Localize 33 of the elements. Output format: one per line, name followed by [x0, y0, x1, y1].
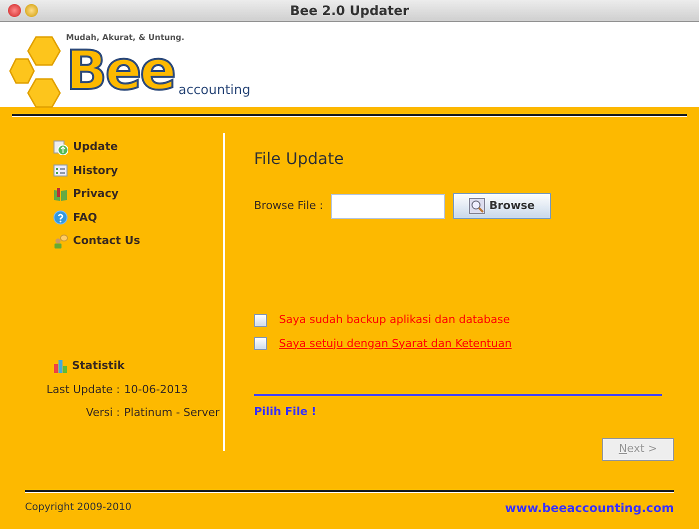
sidebar-item[interactable]: History	[73, 162, 118, 179]
sidebar-item[interactable]: Update	[73, 139, 118, 156]
tagline: Mudah, Akurat, & Untung.	[66, 32, 186, 44]
logo-subtext: accounting	[178, 82, 250, 100]
help-icon	[53, 210, 68, 226]
book-icon	[53, 186, 68, 202]
close-button[interactable]	[8, 4, 21, 17]
minimize-button[interactable]	[25, 4, 38, 17]
status-message: Pilih File !	[254, 404, 318, 420]
checkbox[interactable]	[254, 314, 267, 327]
copyright-text: Copyright 2009-2010	[25, 501, 132, 515]
field-label: Browse File :	[254, 198, 324, 214]
people-icon	[53, 234, 68, 249]
sidebar-item[interactable]: Contact Us	[73, 233, 140, 250]
list-icon	[53, 163, 68, 178]
info-label: Versi :	[85, 404, 120, 420]
file-field[interactable]	[331, 194, 445, 218]
info-value: 10-06-2013	[124, 382, 188, 398]
sidebar-item[interactable]: Privacy	[73, 186, 119, 202]
update-icon	[53, 140, 68, 155]
bar-chart-icon	[53, 358, 68, 373]
info-value: Platinum - Server	[124, 404, 220, 420]
search-icon	[469, 198, 486, 214]
browse-button[interactable]: Browse	[453, 193, 551, 219]
checkbox-label: Saya sudah backup aplikasi dan database	[279, 312, 510, 328]
checkbox[interactable]	[254, 337, 267, 350]
logo-text: Bee	[66, 44, 174, 98]
info-label: Last Update :	[46, 382, 120, 398]
website-link[interactable]: www.beeaccounting.com	[505, 498, 674, 516]
window-title: Bee 2.0 Updater	[290, 4, 409, 19]
section-title: File Update	[254, 148, 345, 170]
statistik-heading: Statistik	[72, 358, 125, 374]
sidebar-item[interactable]: FAQ	[73, 210, 98, 226]
